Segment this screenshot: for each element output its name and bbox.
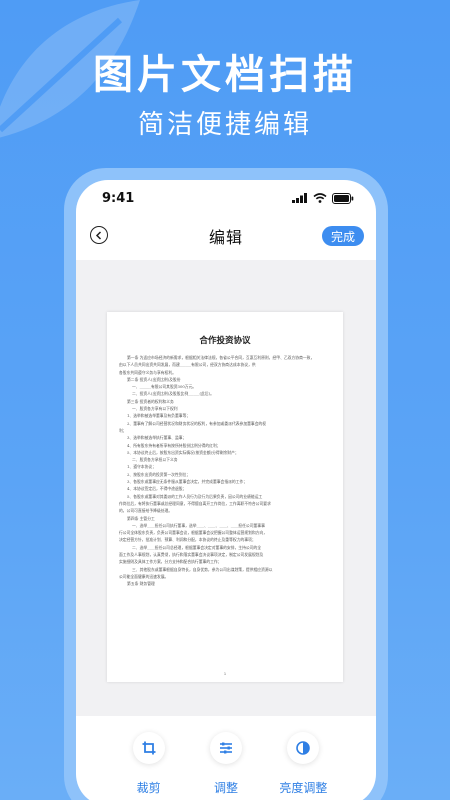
document-line: 作岗位后，有将执行董事或总经理同意，不得擅自离开工作岗位，工作离职不符合公司要求 — [119, 500, 271, 506]
battery-icon — [332, 192, 354, 204]
crop-tool-circle[interactable] — [132, 732, 165, 764]
document-line: 第一条 为适应市场经济的新需求，根据相关法律法规，各省公平合同，互惠互利原则，经… — [127, 355, 315, 360]
document-line: 2、董事有了解公司经营状况和财务状况的权利，有参加或委派代表参加董事会的权 — [127, 420, 267, 426]
back-button[interactable] — [90, 226, 108, 244]
status-icons — [292, 192, 354, 204]
document-line: 3、各股东或董事应无条件服从董事会决定，并完成董事会指派的工作； — [127, 479, 248, 485]
document-line: 5、本协议终止后，按股东出资实际情况(按资金额)分得剩余财产； — [127, 449, 239, 455]
document-line: 决定经营方针，批准计划、预算、利润和分配，本协议的终止及重等权力的事项； — [119, 537, 256, 543]
chevron-left-icon — [95, 230, 102, 240]
document-line: 公司能全面健康的迅速发展。 — [119, 573, 169, 579]
crop-icon — [142, 741, 156, 755]
document-line: 3、选举和被选举执行董事、监事； — [127, 435, 187, 441]
document-canvas: 合作投资协议 第一条 为适应市场经济的新需求，根据相关法律法规，各省公平合同，互… — [76, 260, 376, 716]
document-line: 一、选举____担任公司执行董事，选举____、____、____、____担任… — [132, 522, 265, 528]
document-line: 行公司全体股东负责，负责公司董事会议，根据董事会议把握公司整体运营规划和方向， — [119, 530, 268, 536]
nav-bar: 编辑 完成 — [76, 220, 376, 252]
document-line: 1、遵守本协议； — [127, 464, 156, 470]
signal-icon — [292, 193, 307, 203]
phone-frame: 9:41 编辑 完成 合作投资协议 第一条 为适应市场经济的新需求，根据相关法律… — [64, 168, 388, 800]
promo-subline: 简洁便捷编辑 — [137, 110, 312, 140]
document-line: 2、按股东出资的投资第一次性到位； — [127, 471, 191, 477]
document-line: 实施细则及具体工作方案，分方支持和配合执行董事的工作； — [119, 559, 222, 565]
promo-headline: 图片文档扫描 — [93, 52, 357, 98]
sliders-icon — [219, 742, 232, 754]
document-line: 4、所有股东持有者所享有按所持股份比例分得的红利； — [127, 442, 221, 448]
crop-tool-button[interactable]: 裁剪 — [110, 720, 187, 800]
document-line: 第三条 投资者的权利和义务 — [127, 398, 174, 404]
document-body: 第一条 为适应市场经济的新需求，根据相关法律法规，各省公平合同，互惠互利原则，经… — [119, 354, 331, 588]
document-page[interactable]: 合作投资协议 第一条 为适应市场经济的新需求，根据相关法律法规，各省公平合同，互… — [107, 312, 343, 682]
document-line: 二、投资人(出资比例)及股股比例______(此后)。 — [132, 391, 214, 397]
brightness-tool-circle[interactable] — [287, 732, 320, 764]
document-line: 4、本协议签定后，不得中途退股； — [127, 486, 187, 492]
crop-tool-label: 裁剪 — [136, 781, 161, 795]
adjust-tool-label: 调整 — [213, 781, 238, 795]
document-line: 二、股资各方承担以下义务 — [132, 457, 178, 463]
document-line: 利； — [119, 427, 127, 433]
adjust-tool-button[interactable]: 调整 — [187, 720, 264, 800]
document-line: 第二条 投资人(出资比例)及股份 — [127, 376, 181, 382]
document-line: 各股东共同遵守义务与享有权利。 — [119, 369, 176, 375]
wifi-icon — [313, 193, 327, 203]
status-bar: 9:41 — [76, 180, 376, 216]
brightness-tool-button[interactable]: 亮度调整 — [265, 720, 342, 800]
done-button[interactable]: 完成 — [321, 226, 364, 246]
status-time: 9:41 — [102, 190, 135, 206]
document-line: 由以下人员共同出资共同发展，而建______有限公司，经双方协商达成本协议，供 — [119, 362, 256, 368]
document-line: 一、股资各方享有以下权利 — [132, 406, 178, 412]
document-line: 第五条 财务管理 — [127, 581, 155, 587]
adjust-tool-circle[interactable] — [209, 732, 242, 764]
page-title: 编辑 — [208, 228, 243, 247]
brightness-tool-label: 亮度调整 — [279, 781, 328, 795]
page-number: 1 — [223, 672, 227, 676]
document-line: 1、选举和被选举董事及有负董事等； — [127, 413, 191, 419]
edit-toolbar: 裁剪 调整 亮度调整 — [76, 720, 376, 800]
phone-screen: 9:41 编辑 完成 合作投资协议 第一条 为适应市场经济的新需求，根据相关法律… — [76, 180, 376, 800]
document-title: 合作投资协议 — [199, 336, 251, 346]
document-line: 一、______有限公司其股资300万元。 — [132, 384, 197, 390]
brightness-icon — [296, 741, 311, 755]
document-line: 面工作及人事规划，认真贯彻，执行和落实董事会决议事项决定，制定公司发展规划及 — [119, 552, 264, 558]
document-line: 二、选举____担任公司总经理，根据董事会决定对董事的安排，主持公司的全 — [132, 544, 262, 550]
document-line: 5、各股东或董事对其委派的工作人员行为及行为后果负责，因公司的业绩能运工 — [127, 493, 263, 499]
document-line: 的，公司可直接给予降级处理。 — [119, 508, 173, 514]
document-line: 第四条 主管分工 — [127, 515, 155, 521]
document-line: 三、其他股东或董事根据自身特长，自身优势，参为公司出谋划策，提供相应资源以 — [132, 566, 273, 572]
